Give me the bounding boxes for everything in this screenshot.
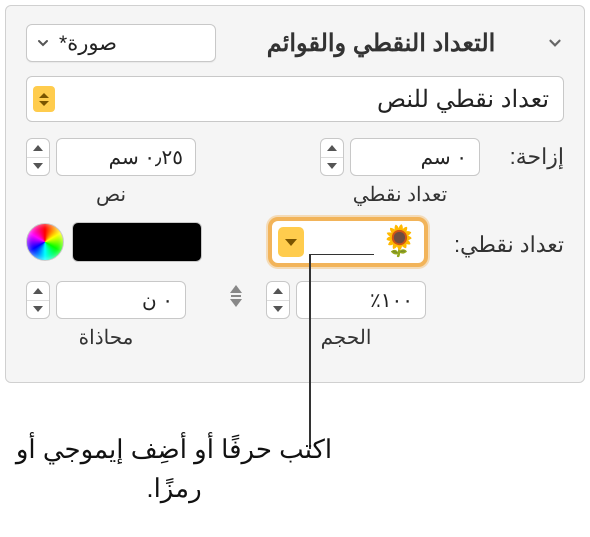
stepper-down-icon[interactable] — [27, 301, 49, 319]
list-style-label: صورة* — [59, 31, 117, 56]
align-field: ٠ ن محاذاة — [26, 281, 186, 350]
size-align-row: ١٠٠٪ الحجم ٠ ن محاذاة — [26, 281, 564, 350]
align-caption: محاذاة — [79, 325, 134, 350]
sunflower-icon: 🌻 — [381, 227, 418, 257]
bullet-indent-caption: تعداد نقطي — [353, 182, 448, 207]
bullet-character-label: تعداد نقطي: — [444, 226, 564, 258]
size-input[interactable]: ١٠٠٪ — [296, 281, 426, 319]
chevron-down-icon — [37, 38, 49, 48]
list-type-label: تعداد نقطي للنص — [55, 85, 549, 114]
size-caption: الحجم — [321, 325, 372, 350]
bullet-indent-stepper[interactable] — [320, 138, 344, 176]
color-wheel-icon[interactable] — [26, 223, 64, 261]
text-indent-field: ٠٫٢٥ سم نص — [26, 138, 196, 207]
color-well[interactable] — [72, 222, 202, 262]
section-header: التعداد النقطي والقوائم صورة* — [26, 24, 564, 62]
disclosure-chevron-icon[interactable] — [546, 34, 564, 52]
bullet-character-well[interactable]: 🌻 — [268, 217, 428, 267]
align-stepper[interactable] — [26, 281, 50, 319]
color-controls — [26, 222, 202, 262]
text-indent-input[interactable]: ٠٫٢٥ سم — [56, 138, 196, 176]
bullet-character-row: تعداد نقطي: 🌻 — [26, 217, 564, 267]
bullet-indent-input[interactable]: ٠ سم — [350, 138, 480, 176]
callout-text: اكتب حرفًا أو أضِف إيموجي أو رمزًا. — [14, 430, 334, 508]
bullets-lists-panel: التعداد النقطي والقوائم صورة* تعداد نقطي… — [5, 5, 585, 383]
vertical-resize-icon — [224, 281, 248, 307]
list-type-popup[interactable]: تعداد نقطي للنص — [26, 76, 564, 122]
stepper-down-icon[interactable] — [27, 158, 49, 176]
text-indent-caption: نص — [96, 182, 126, 207]
indent-row: إزاحة: ٠ سم تعداد نقطي ٠٫٢٥ سم نص — [26, 138, 564, 207]
bullet-indent-field: ٠ سم تعداد نقطي — [320, 138, 480, 207]
bullet-glyph-dropdown-icon[interactable] — [278, 227, 304, 257]
stepper-down-icon[interactable] — [321, 158, 343, 176]
list-style-dropdown[interactable]: صورة* — [26, 24, 216, 62]
stepper-down-icon[interactable] — [267, 301, 289, 319]
indent-label: إزاحة: — [498, 138, 564, 170]
stepper-up-icon[interactable] — [267, 282, 289, 301]
text-indent-stepper[interactable] — [26, 138, 50, 176]
align-input[interactable]: ٠ ن — [56, 281, 186, 319]
section-title: التعداد النقطي والقوائم — [267, 29, 496, 58]
stepper-up-icon[interactable] — [27, 282, 49, 301]
size-field: ١٠٠٪ الحجم — [266, 281, 426, 350]
size-stepper[interactable] — [266, 281, 290, 319]
stepper-up-icon[interactable] — [27, 139, 49, 158]
stepper-arrows-icon — [33, 86, 55, 112]
stepper-up-icon[interactable] — [321, 139, 343, 158]
